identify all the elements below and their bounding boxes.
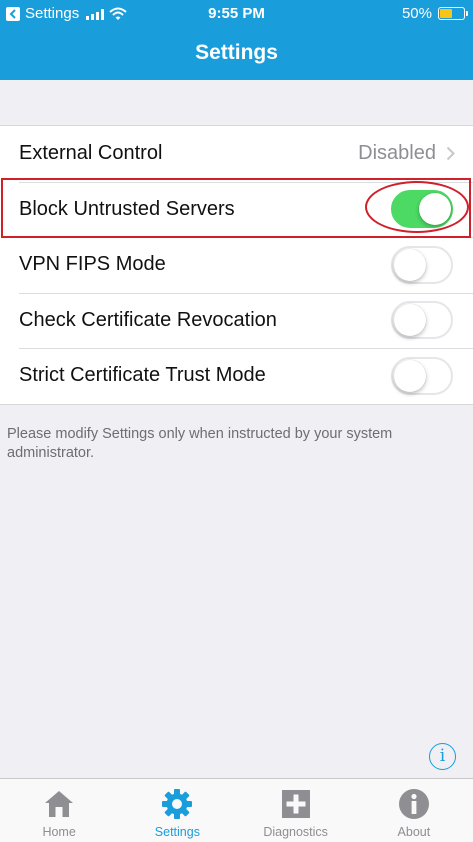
battery-level-fill: [440, 9, 452, 18]
battery-icon: [438, 7, 468, 20]
vpn-fips-mode-label: VPN FIPS Mode: [19, 253, 166, 276]
external-control-label: External Control: [19, 142, 163, 165]
page-title: Settings: [195, 41, 278, 64]
status-right: 50%: [401, 5, 468, 22]
tab-bar: Home Settings Diagnostics About: [0, 778, 473, 842]
vpn-fips-mode-row: VPN FIPS Mode: [0, 237, 473, 293]
check-certificate-revocation-toggle[interactable]: [391, 301, 453, 340]
home-icon: [45, 791, 74, 817]
tab-home[interactable]: Home: [0, 779, 118, 842]
info-icon[interactable]: i: [429, 743, 456, 770]
check-certificate-revocation-row: Check Certificate Revocation: [0, 292, 473, 349]
tab-diagnostics[interactable]: Diagnostics: [237, 779, 355, 842]
toggle-knob: [394, 359, 426, 392]
block-untrusted-servers-label: Block Untrusted Servers: [19, 197, 235, 220]
check-certificate-revocation-label: Check Certificate Revocation: [19, 308, 277, 331]
external-control-value: Disabled: [358, 142, 436, 165]
tab-home-label: Home: [42, 825, 76, 839]
strict-certificate-trust-mode-row: Strict Certificate Trust Mode: [0, 348, 473, 404]
top-bar: Settings 9:55 PM 50% Settings: [0, 0, 473, 80]
block-untrusted-servers-row: Block Untrusted Servers: [0, 181, 473, 238]
tab-about[interactable]: About: [355, 779, 473, 842]
vpn-fips-mode-toggle[interactable]: [391, 245, 453, 284]
chevron-right-icon: [446, 146, 455, 161]
toggle-knob: [419, 193, 451, 226]
tab-settings[interactable]: Settings: [118, 779, 236, 842]
strict-certificate-trust-mode-label: Strict Certificate Trust Mode: [19, 364, 266, 387]
tab-about-label: About: [397, 825, 431, 839]
admin-note: Please modify Settings only when instruc…: [7, 426, 393, 461]
block-untrusted-servers-toggle[interactable]: [391, 190, 453, 229]
info-circle-icon: [398, 789, 429, 819]
gear-icon: [162, 789, 193, 819]
status-bar: Settings 9:55 PM 50%: [0, 0, 473, 28]
tab-settings-label: Settings: [154, 825, 200, 839]
settings-list: External Control Disabled Block Untruste…: [0, 125, 473, 405]
external-control-row[interactable]: External Control Disabled: [0, 126, 473, 182]
battery-percent: 50%: [401, 5, 432, 22]
tab-diagnostics-label: Diagnostics: [263, 825, 328, 839]
plus-box-icon: [281, 790, 310, 818]
toggle-knob: [394, 248, 426, 281]
strict-certificate-trust-mode-toggle[interactable]: [391, 356, 453, 395]
toggle-knob: [394, 304, 426, 337]
